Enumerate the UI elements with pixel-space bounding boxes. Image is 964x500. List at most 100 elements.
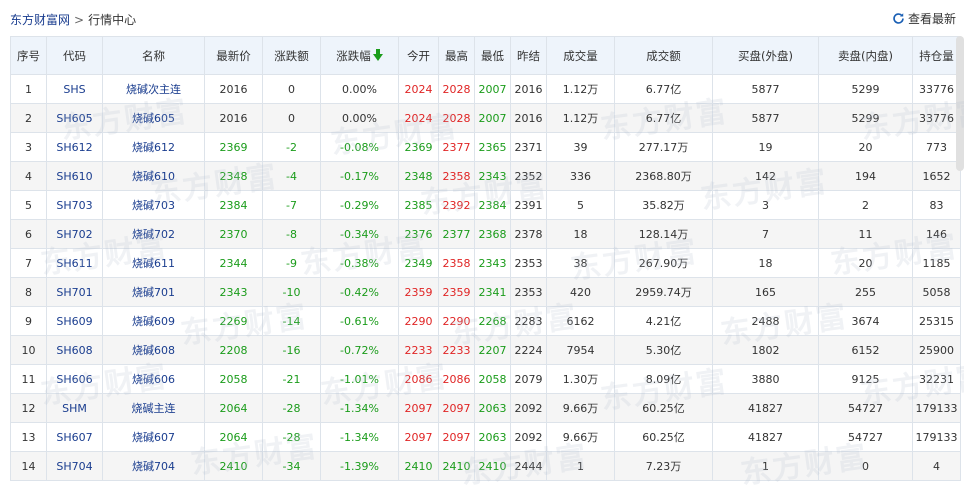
turnover-amount: 2959.74万: [614, 277, 713, 307]
change-amount: -2: [262, 132, 321, 162]
low-price: 2368: [474, 219, 511, 249]
contract-name-link[interactable]: 烧碱次主连: [102, 74, 205, 104]
contract-code-link[interactable]: SH607: [46, 422, 103, 452]
contract-code-link[interactable]: SHM: [46, 393, 103, 423]
contract-name-link[interactable]: 烧碱610: [102, 161, 205, 191]
buy-outer: 165: [712, 277, 819, 307]
row-index: 1: [10, 74, 47, 104]
row-index: 4: [10, 161, 47, 191]
breadcrumb-home-link[interactable]: 东方财富网: [10, 13, 70, 27]
contract-code-link[interactable]: SH612: [46, 132, 103, 162]
table-row[interactable]: 10 SH608 烧碱608 2208 -16 -0.72% 2233 2233 2207 222…: [10, 335, 961, 365]
open-interest: 33776: [912, 74, 961, 104]
header-col-change[interactable]: 涨跌额: [262, 36, 321, 75]
header-col-change-pct[interactable]: 涨跌幅: [320, 36, 399, 75]
prev-settle: 2283: [510, 306, 547, 336]
header-col-name[interactable]: 名称: [102, 36, 205, 75]
header-label: 成交额: [646, 48, 681, 63]
table-row[interactable]: 13 SH607 烧碱607 2064 -28 -1.34% 2097 2097 2063 209…: [10, 422, 961, 452]
contract-code-link[interactable]: SH704: [46, 451, 103, 481]
header-col-price[interactable]: 最新价: [204, 36, 263, 75]
low-price: 2343: [474, 248, 511, 278]
turnover-amount: 128.14万: [614, 219, 713, 249]
sort-desc-arrow-icon[interactable]: [372, 48, 383, 61]
change-amount: -34: [262, 451, 321, 481]
change-percent: 0.00%: [320, 103, 399, 133]
table-row[interactable]: 6 SH702 烧碱702 2370 -8 -0.34% 2376 2377 2368 2378 1…: [10, 219, 961, 249]
breadcrumb-current[interactable]: 行情中心: [88, 13, 136, 27]
contract-name-link[interactable]: 烧碱702: [102, 219, 205, 249]
contract-name-link[interactable]: 烧碱606: [102, 364, 205, 394]
contract-code-link[interactable]: SHS: [46, 74, 103, 104]
latest-price: 2064: [204, 422, 263, 452]
contract-name-link[interactable]: 烧碱主连: [102, 393, 205, 423]
open-price: 2097: [398, 393, 439, 423]
table-row[interactable]: 1 SHS 烧碱次主连 2016 0 0.00% 2024 2028 2007 2016 1.12万…: [10, 74, 961, 104]
change-percent: -1.39%: [320, 451, 399, 481]
buy-outer: 5877: [712, 74, 819, 104]
contract-code-link[interactable]: SH606: [46, 364, 103, 394]
header-col-index[interactable]: 序号: [10, 36, 47, 75]
vertical-scrollbar[interactable]: [956, 36, 964, 171]
header-col-open-interest[interactable]: 持仓量: [912, 36, 961, 75]
latest-price: 2348: [204, 161, 263, 191]
volume: 39: [546, 132, 615, 162]
latest-price: 2058: [204, 364, 263, 394]
high-price: 2028: [438, 74, 475, 104]
refresh-label: 查看最新: [907, 12, 956, 26]
sell-inner: 9125: [818, 364, 913, 394]
row-index: 3: [10, 132, 47, 162]
header-col-buy-outer[interactable]: 买盘(外盘): [712, 36, 819, 75]
header-col-sell-inner[interactable]: 卖盘(内盘): [818, 36, 913, 75]
contract-name-link[interactable]: 烧碱605: [102, 103, 205, 133]
contract-name-link[interactable]: 烧碱611: [102, 248, 205, 278]
contract-code-link[interactable]: SH608: [46, 335, 103, 365]
contract-code-link[interactable]: SH703: [46, 190, 103, 220]
contract-name-link[interactable]: 烧碱609: [102, 306, 205, 336]
table-row[interactable]: 8 SH701 烧碱701 2343 -10 -0.42% 2359 2359 2341 2353…: [10, 277, 961, 307]
table-row[interactable]: 3 SH612 烧碱612 2369 -2 -0.08% 2369 2377 2365 2371 3…: [10, 132, 961, 162]
contract-code-link[interactable]: SH609: [46, 306, 103, 336]
header-col-amount[interactable]: 成交额: [614, 36, 713, 75]
table-row[interactable]: 4 SH610 烧碱610 2348 -4 -0.17% 2348 2358 2343 2352 3…: [10, 161, 961, 191]
contract-code-link[interactable]: SH605: [46, 103, 103, 133]
header-label: 涨跌额: [274, 48, 309, 63]
contract-name-link[interactable]: 烧碱701: [102, 277, 205, 307]
header-col-code[interactable]: 代码: [46, 36, 103, 75]
table-row[interactable]: 2 SH605 烧碱605 2016 0 0.00% 2024 2028 2007 2016 1.1…: [10, 103, 961, 133]
refresh-button[interactable]: 查看最新: [892, 10, 956, 27]
buy-outer: 3: [712, 190, 819, 220]
latest-price: 2369: [204, 132, 263, 162]
header-col-open[interactable]: 今开: [398, 36, 439, 75]
table-row[interactable]: 9 SH609 烧碱609 2269 -14 -0.61% 2290 2290 2268 2283…: [10, 306, 961, 336]
table-row[interactable]: 12 SHM 烧碱主连 2064 -28 -1.34% 2097 2097 2063 2092 9.…: [10, 393, 961, 423]
table-row[interactable]: 7 SH611 烧碱611 2344 -9 -0.38% 2349 2358 2343 2353 3…: [10, 248, 961, 278]
prev-settle: 2016: [510, 103, 547, 133]
contract-name-link[interactable]: 烧碱612: [102, 132, 205, 162]
volume: 336: [546, 161, 615, 191]
open-interest: 33776: [912, 103, 961, 133]
header-col-prev-settle[interactable]: 昨结: [510, 36, 547, 75]
table-row[interactable]: 14 SH704 烧碱704 2410 -34 -1.39% 2410 2410 2410 244…: [10, 451, 961, 481]
contract-name-link[interactable]: 烧碱608: [102, 335, 205, 365]
table-row[interactable]: 5 SH703 烧碱703 2384 -7 -0.29% 2385 2392 2384 2391 5…: [10, 190, 961, 220]
quote-table-wrapper: 序号 代码 名称 最新价 涨跌额 涨跌幅 今开 最高 最低 昨结 成交量 成交额 买盘(外盘) 卖盘(内盘…: [10, 36, 961, 481]
header-col-high[interactable]: 最高: [438, 36, 475, 75]
table-row[interactable]: 11 SH606 烧碱606 2058 -21 -1.01% 2086 2086 2058 207…: [10, 364, 961, 394]
contract-code-link[interactable]: SH610: [46, 161, 103, 191]
buy-outer: 41827: [712, 393, 819, 423]
contract-name-link[interactable]: 烧碱704: [102, 451, 205, 481]
volume: 1: [546, 451, 615, 481]
change-amount: -8: [262, 219, 321, 249]
open-price: 2369: [398, 132, 439, 162]
sell-inner: 6152: [818, 335, 913, 365]
contract-name-link[interactable]: 烧碱703: [102, 190, 205, 220]
header-col-low[interactable]: 最低: [474, 36, 511, 75]
contract-code-link[interactable]: SH611: [46, 248, 103, 278]
header-col-volume[interactable]: 成交量: [546, 36, 615, 75]
contract-code-link[interactable]: SH701: [46, 277, 103, 307]
contract-code-link[interactable]: SH702: [46, 219, 103, 249]
contract-name-link[interactable]: 烧碱607: [102, 422, 205, 452]
row-index: 14: [10, 451, 47, 481]
open-price: 2024: [398, 103, 439, 133]
